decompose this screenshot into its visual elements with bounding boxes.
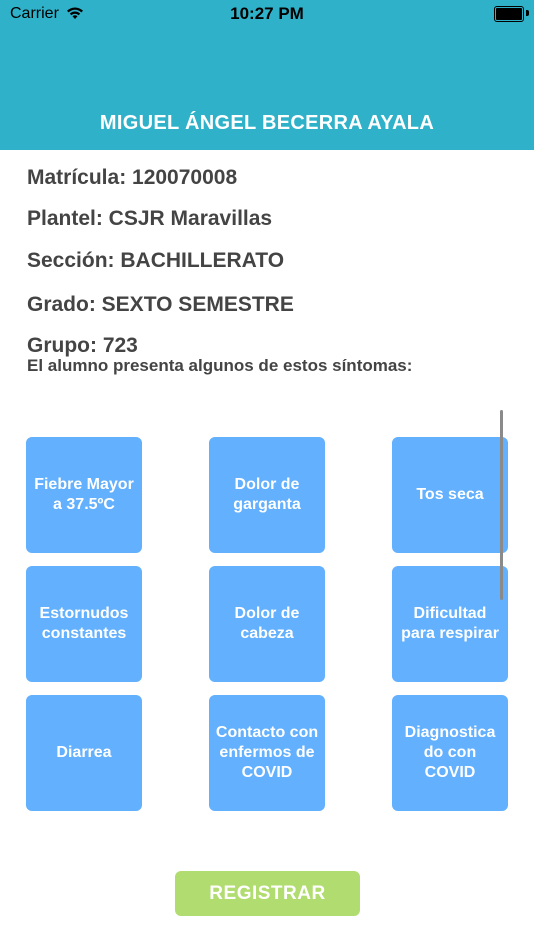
register-button[interactable]: REGISTRAR — [175, 871, 360, 916]
symptom-fiebre-button[interactable]: Fiebre Mayor a 37.5ºC — [26, 437, 142, 553]
symptom-diagnosticado-covid-button[interactable]: Diagnostica do con COVID — [392, 695, 508, 811]
scrollbar[interactable] — [500, 410, 503, 600]
symptom-tos-seca-button[interactable]: Tos seca — [392, 437, 508, 553]
symptom-dolor-cabeza-button[interactable]: Dolor de cabeza — [209, 566, 325, 682]
symptom-diarrea-button[interactable]: Diarrea — [26, 695, 142, 811]
symptom-dificultad-respirar-button[interactable]: Dificultad para respirar — [392, 566, 508, 682]
plantel-text: Plantel: CSJR Maravillas — [27, 207, 273, 230]
status-bar: Carrier 10:27 PM — [0, 0, 534, 30]
grupo-text: Grupo: 723 — [27, 334, 138, 357]
seccion-text: Sección: BACHILLERATO — [27, 249, 285, 272]
symptom-contacto-covid-button[interactable]: Contacto con enfermos de COVID — [209, 695, 325, 811]
header-bar: Carrier 10:27 PM MIGUEL ÁNGEL BECERRA AY… — [0, 0, 534, 150]
student-name-title: MIGUEL ÁNGEL BECERRA AYALA — [99, 112, 435, 134]
battery-tip-icon — [526, 10, 529, 16]
symptom-dolor-garganta-button[interactable]: Dolor de garganta — [209, 437, 325, 553]
symptom-estornudos-button[interactable]: Estornudos constantes — [26, 566, 142, 682]
clock: 10:27 PM — [230, 4, 304, 23]
symptoms-grid: Fiebre Mayor a 37.5ºC Dolor de garganta … — [26, 437, 508, 811]
grado-text: Grado: SEXTO SEMESTRE — [27, 293, 294, 316]
matricula-text: Matrícula: 120070008 — [27, 166, 238, 189]
battery-icon — [494, 6, 524, 22]
symptoms-prompt: El alumno presenta algunos de estos sínt… — [27, 356, 413, 375]
